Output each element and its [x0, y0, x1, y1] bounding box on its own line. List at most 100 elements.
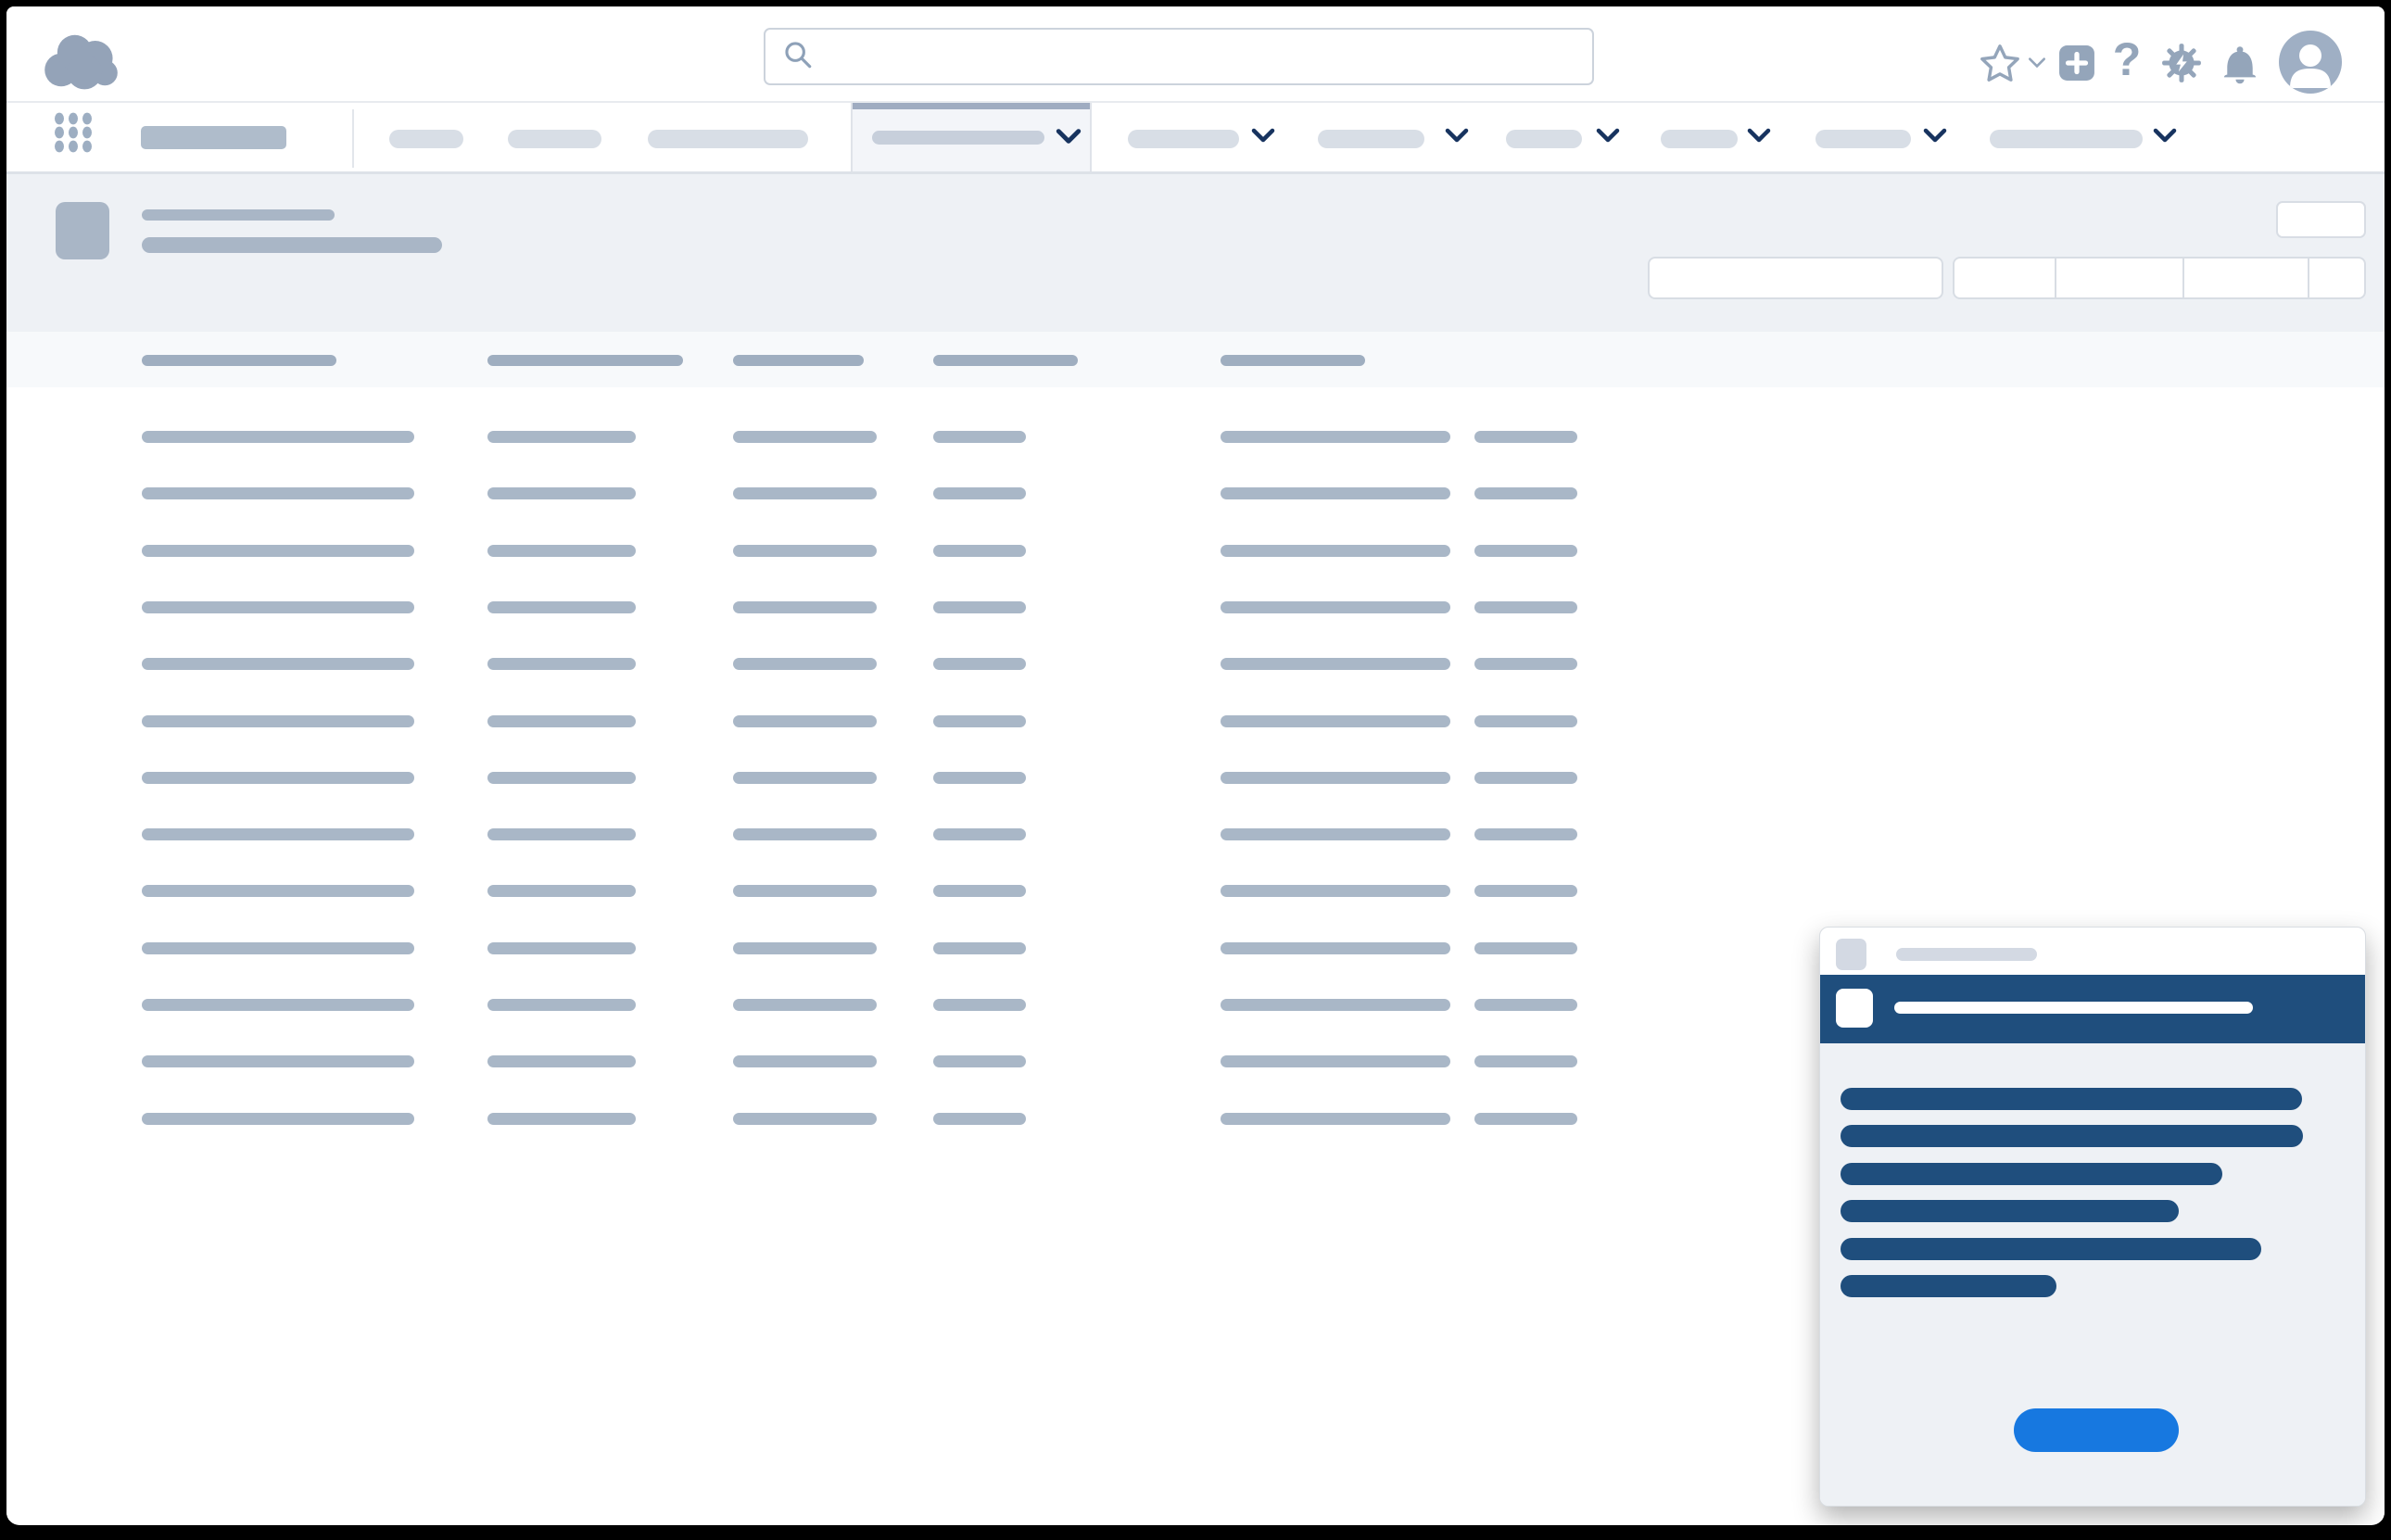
table-row[interactable] — [6, 469, 2385, 525]
button-group-divider — [2308, 259, 2309, 297]
cell-placeholder — [1474, 828, 1577, 840]
nav-tab-chevron-down-icon[interactable] — [1445, 128, 1469, 143]
cell-placeholder — [142, 1113, 414, 1125]
cell-placeholder — [1221, 431, 1450, 443]
nav-tab-placeholder[interactable] — [1661, 130, 1738, 148]
user-avatar[interactable] — [2279, 31, 2342, 94]
cell-placeholder — [1474, 545, 1577, 557]
nav-tab-chevron-down-icon[interactable] — [1923, 128, 1947, 143]
cell-placeholder — [142, 1055, 414, 1067]
nav-tab-chevron-down-icon[interactable] — [1747, 128, 1771, 143]
table-row[interactable] — [6, 753, 2385, 810]
cell-placeholder — [487, 1113, 636, 1125]
popup-header-title-placeholder — [1896, 948, 2037, 961]
cell-placeholder — [487, 545, 636, 557]
button-group-divider — [2182, 259, 2184, 297]
popup-action-button[interactable] — [2014, 1408, 2179, 1452]
cell-placeholder — [487, 1055, 636, 1067]
nav-tab-placeholder[interactable] — [1815, 130, 1911, 148]
column-header-placeholder[interactable] — [733, 355, 864, 366]
nav-tab-placeholder[interactable] — [1128, 130, 1239, 148]
nav-tab-placeholder[interactable] — [1318, 130, 1424, 148]
cell-placeholder — [733, 999, 877, 1011]
cell-placeholder — [487, 658, 636, 670]
global-header: ? — [6, 6, 2385, 103]
popup-banner-icon-placeholder — [1836, 989, 1873, 1028]
favorites-star-icon[interactable] — [1979, 42, 2021, 84]
cell-placeholder — [933, 658, 1026, 670]
cell-placeholder — [142, 942, 414, 954]
cell-placeholder — [1474, 1113, 1577, 1125]
cell-placeholder — [933, 828, 1026, 840]
nav-tab-placeholder[interactable] — [1990, 130, 2143, 148]
cell-placeholder — [733, 545, 877, 557]
list-search-input[interactable] — [1648, 257, 1943, 299]
cell-placeholder — [487, 942, 636, 954]
cell-placeholder — [933, 545, 1026, 557]
nav-item-placeholder[interactable] — [648, 130, 808, 148]
cell-placeholder — [1474, 487, 1577, 499]
nav-tab-chevron-down-icon[interactable] — [2153, 128, 2177, 143]
popup-text-placeholder — [1841, 1088, 2302, 1110]
nav-tabs — [6, 103, 2385, 171]
nav-tab-placeholder — [872, 131, 1044, 145]
cell-placeholder — [933, 999, 1026, 1011]
table-row[interactable] — [6, 583, 2385, 639]
global-search-input[interactable] — [823, 37, 1592, 76]
page-title-placeholder — [142, 237, 442, 253]
column-header-placeholder[interactable] — [933, 355, 1078, 366]
cell-placeholder — [933, 1113, 1026, 1125]
cell-placeholder — [933, 1055, 1026, 1067]
cell-placeholder — [933, 601, 1026, 613]
cell-placeholder — [933, 715, 1026, 727]
popup-header-icon-placeholder — [1836, 939, 1866, 970]
column-header-placeholder[interactable] — [142, 355, 336, 366]
column-header-placeholder[interactable] — [487, 355, 683, 366]
nav-item-placeholder[interactable] — [389, 130, 463, 148]
nav-tab-chevron-down-icon[interactable] — [1251, 128, 1275, 143]
table-row[interactable] — [6, 866, 2385, 923]
cell-placeholder — [1474, 942, 1577, 954]
list-controls-button-group[interactable] — [1953, 257, 2366, 299]
table-row[interactable] — [6, 639, 2385, 696]
table-row[interactable] — [6, 697, 2385, 753]
cell-placeholder — [142, 715, 414, 727]
nav-tab-chevron-down-icon — [1056, 128, 1082, 145]
cell-placeholder — [142, 885, 414, 897]
table-row[interactable] — [6, 810, 2385, 866]
cell-placeholder — [142, 431, 414, 443]
popup-text-placeholder — [1841, 1238, 2261, 1260]
table-row[interactable] — [6, 526, 2385, 583]
cell-placeholder — [487, 828, 636, 840]
nav-tab-placeholder[interactable] — [1506, 130, 1582, 148]
favorites-chevron-down-icon[interactable] — [2027, 55, 2047, 69]
cell-placeholder — [733, 601, 877, 613]
nav-tab-chevron-down-icon[interactable] — [1596, 128, 1620, 143]
table-column-header — [6, 332, 2385, 387]
help-icon[interactable]: ? — [2108, 34, 2145, 84]
app-window: ? — [6, 6, 2385, 1525]
cell-placeholder — [933, 885, 1026, 897]
cell-placeholder — [733, 942, 877, 954]
cell-placeholder — [733, 487, 877, 499]
cell-placeholder — [1221, 999, 1450, 1011]
nav-item-placeholder[interactable] — [508, 130, 601, 148]
setup-gear-icon[interactable] — [2160, 42, 2203, 84]
column-header-placeholder[interactable] — [1221, 355, 1365, 366]
salesforce-cloud-logo — [40, 28, 121, 93]
popup-body — [1820, 1043, 2365, 1506]
popup-text-placeholder — [1841, 1200, 2179, 1222]
button-group-divider — [2055, 259, 2056, 297]
cell-placeholder — [1221, 658, 1450, 670]
cell-placeholder — [933, 942, 1026, 954]
nav-tab-selected[interactable] — [851, 103, 1092, 171]
global-search — [764, 28, 1594, 85]
cell-placeholder — [1221, 942, 1450, 954]
quick-create-plus-icon[interactable] — [2058, 44, 2095, 82]
list-action-button[interactable] — [2276, 201, 2366, 238]
notifications-bell-icon[interactable] — [2220, 41, 2260, 85]
cell-placeholder — [1474, 658, 1577, 670]
table-row[interactable] — [6, 412, 2385, 469]
cell-placeholder — [933, 431, 1026, 443]
cell-placeholder — [1221, 715, 1450, 727]
